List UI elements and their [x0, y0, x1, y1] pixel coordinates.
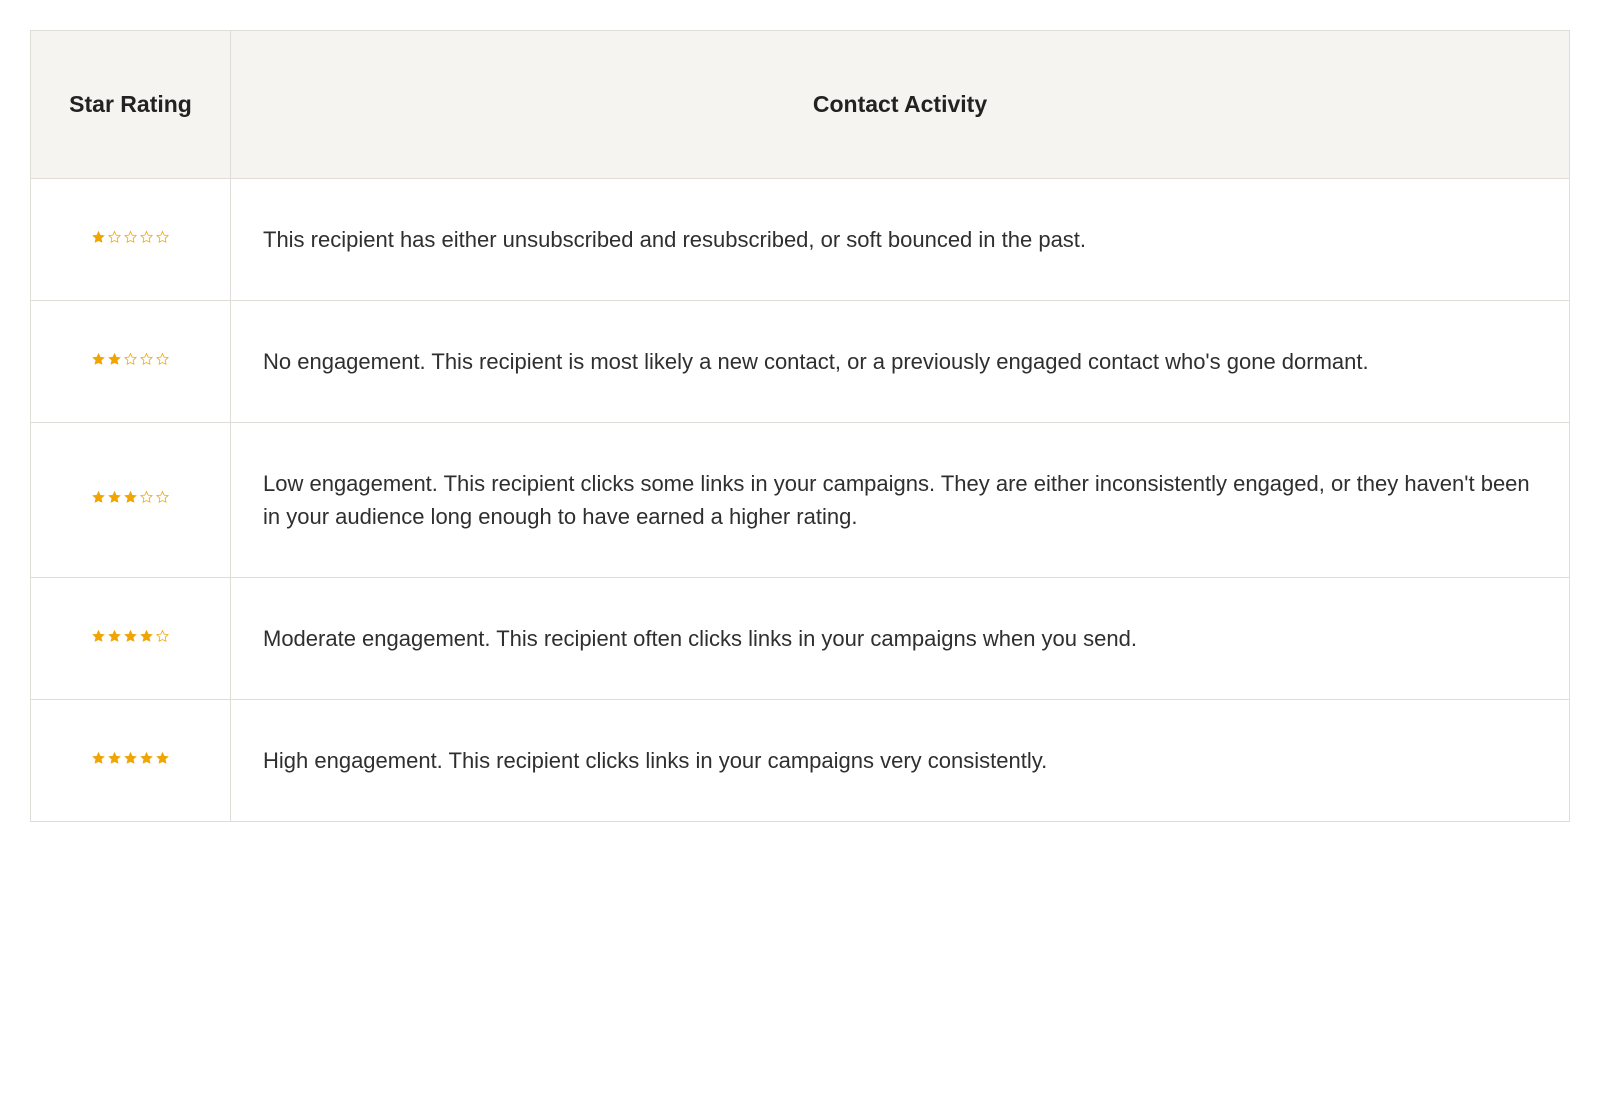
- star-icon: [155, 751, 170, 766]
- star-icon: [107, 490, 122, 505]
- header-star-rating: Star Rating: [31, 31, 231, 179]
- contact-activity-cell: No engagement. This recipient is most li…: [231, 301, 1570, 423]
- table-row: Low engagement. This recipient clicks so…: [31, 423, 1570, 578]
- star-icon: [139, 230, 154, 245]
- table-header-row: Star Rating Contact Activity: [31, 31, 1570, 179]
- table-row: High engagement. This recipient clicks l…: [31, 700, 1570, 822]
- table-row: No engagement. This recipient is most li…: [31, 301, 1570, 423]
- star-icon: [123, 352, 138, 367]
- star-icon: [139, 751, 154, 766]
- star-rating: [91, 352, 170, 367]
- star-icon: [123, 751, 138, 766]
- star-icon: [91, 230, 106, 245]
- star-rating: [91, 751, 170, 766]
- star-icon: [107, 629, 122, 644]
- star-rating-cell: [31, 301, 231, 423]
- star-icon: [107, 352, 122, 367]
- star-icon: [107, 230, 122, 245]
- star-rating: [91, 490, 170, 505]
- star-icon: [91, 490, 106, 505]
- star-icon: [123, 230, 138, 245]
- star-icon: [91, 352, 106, 367]
- star-rating-cell: [31, 179, 231, 301]
- star-rating-table: Star Rating Contact Activity This recipi…: [30, 30, 1570, 822]
- table-row: This recipient has either unsubscribed a…: [31, 179, 1570, 301]
- header-contact-activity: Contact Activity: [231, 31, 1570, 179]
- star-icon: [107, 751, 122, 766]
- contact-activity-cell: Moderate engagement. This recipient ofte…: [231, 578, 1570, 700]
- star-rating-cell: [31, 700, 231, 822]
- star-rating: [91, 629, 170, 644]
- star-icon: [155, 230, 170, 245]
- star-icon: [139, 629, 154, 644]
- star-icon: [91, 629, 106, 644]
- star-icon: [155, 629, 170, 644]
- contact-activity-cell: High engagement. This recipient clicks l…: [231, 700, 1570, 822]
- star-rating-cell: [31, 423, 231, 578]
- star-icon: [139, 352, 154, 367]
- table-row: Moderate engagement. This recipient ofte…: [31, 578, 1570, 700]
- star-icon: [123, 490, 138, 505]
- star-rating: [91, 230, 170, 245]
- contact-activity-cell: This recipient has either unsubscribed a…: [231, 179, 1570, 301]
- star-icon: [139, 490, 154, 505]
- star-icon: [155, 352, 170, 367]
- star-icon: [91, 751, 106, 766]
- star-icon: [123, 629, 138, 644]
- contact-activity-cell: Low engagement. This recipient clicks so…: [231, 423, 1570, 578]
- star-icon: [155, 490, 170, 505]
- star-rating-cell: [31, 578, 231, 700]
